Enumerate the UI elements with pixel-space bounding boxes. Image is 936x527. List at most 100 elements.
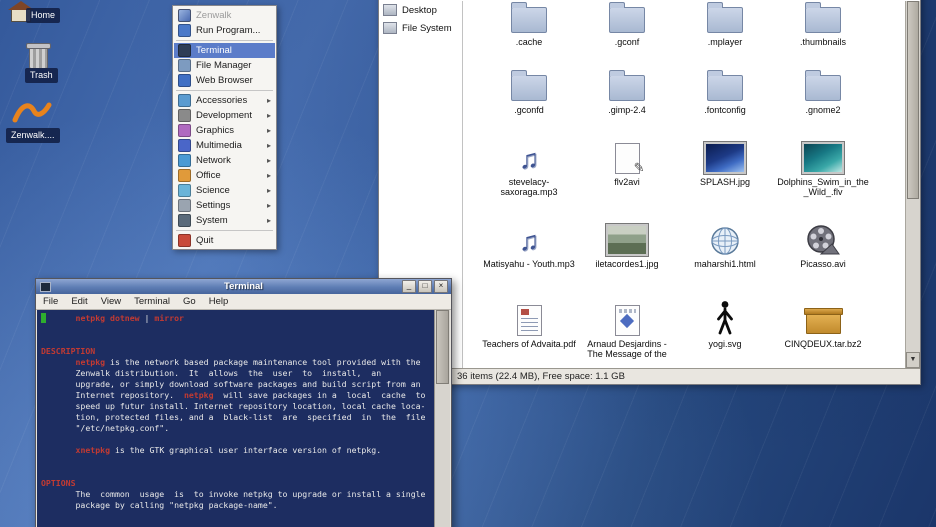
file-label: maharshi1.html — [694, 259, 756, 269]
desktop-icon-home[interactable]: Home — [8, 0, 72, 28]
terminal-window: Terminal File Edit View Terminal Go Help netp… — [35, 278, 452, 527]
folder-icon — [511, 7, 547, 33]
file-item-fontconfig[interactable]: .fontconfig — [676, 66, 774, 115]
menu-separator — [176, 40, 273, 41]
file-label: .thumbnails — [800, 37, 846, 47]
file-icon-box — [806, 300, 841, 336]
music-note-icon: ♫ — [519, 144, 539, 174]
file-item-maharshi1-html[interactable]: maharshi1.html — [676, 220, 774, 269]
terminal-screen[interactable]: netpkg dotnew | mirror DESCRIPTION netpk… — [37, 310, 435, 527]
file-icon-box — [710, 220, 740, 256]
terminal-titlebar[interactable]: Terminal — [36, 279, 451, 294]
menu-item-system[interactable]: System — [174, 213, 275, 228]
fm-vertical-scrollbar[interactable] — [905, 1, 920, 368]
file-icon-box — [609, 66, 645, 102]
file-item-flv2avi[interactable]: flv2avi — [578, 138, 676, 197]
file-item-picasso-avi[interactable]: Picasso.avi — [774, 220, 872, 269]
terminal-scrollbar[interactable] — [434, 310, 450, 527]
menu-item-quit[interactable]: Quit — [174, 233, 275, 248]
maximize-button[interactable] — [418, 280, 432, 293]
file-item-teachers-of-advaita-pdf[interactable]: Teachers of Advaita.pdf — [480, 300, 578, 359]
menu-item-network[interactable]: Network — [174, 153, 275, 168]
folder-icon — [707, 75, 743, 101]
file-item-cinqdeux-tar-bz2[interactable]: CINQDEUX.tar.bz2 — [774, 300, 872, 359]
file-item-thumbnails[interactable]: .thumbnails — [774, 1, 872, 47]
terminal-line: The common usage is to invoke netpkg to … — [41, 489, 435, 500]
menu-item-graphics[interactable]: Graphics — [174, 123, 275, 138]
folder-icon — [805, 75, 841, 101]
close-button[interactable] — [434, 280, 448, 293]
menu-item-label: Web Browser — [196, 75, 271, 86]
file-item-yogi-svg[interactable]: yogi.svg — [676, 300, 774, 359]
file-label: CINQDEUX.tar.bz2 — [784, 339, 861, 349]
folder-icon — [511, 75, 547, 101]
file-label: iletacordes1.jpg — [595, 259, 658, 269]
desktop-icon-trash[interactable]: Trash — [24, 40, 84, 86]
menu-item-multimedia[interactable]: Multimedia — [174, 138, 275, 153]
file-item-dolphins-swim-in-the-wild-flv[interactable]: Dolphins_Swim_in_the_Wild_.flv — [774, 138, 872, 197]
terminal-line: "/etc/netpkg.conf". — [41, 423, 435, 434]
file-item-matisyahu-youth-mp3[interactable]: ♫Matisyahu - Youth.mp3 — [480, 220, 578, 269]
multimedia-icon — [178, 139, 191, 152]
music-note-icon: ♫ — [519, 226, 539, 256]
file-item-mplayer[interactable]: .mplayer — [676, 1, 774, 47]
sidebar-item-desktop[interactable]: Desktop — [379, 1, 462, 19]
terminal-line: OPTIONS — [41, 478, 435, 489]
menu-item-file-manager[interactable]: File Manager — [174, 58, 275, 73]
terminal-text: speed up futur install. Internet reposit… — [41, 401, 426, 411]
terminal-menu-view[interactable]: View — [101, 296, 121, 307]
terminal-menu-go[interactable]: Go — [183, 296, 196, 307]
file-icon-box — [806, 220, 840, 256]
terminal-menu-file[interactable]: File — [43, 296, 58, 307]
menu-item-science[interactable]: Science — [174, 183, 275, 198]
file-item-gnome2[interactable]: .gnome2 — [774, 66, 872, 115]
menu-item-development[interactable]: Development — [174, 108, 275, 123]
science-icon — [178, 184, 191, 197]
file-item-cache[interactable]: .cache — [480, 1, 578, 47]
file-item-gconfd[interactable]: .gconfd — [480, 66, 578, 115]
menu-item-office[interactable]: Office — [174, 168, 275, 183]
terminal-menu-help[interactable]: Help — [209, 296, 229, 307]
file-manager-window: Desktop File System .cache .gconf.mplayer.… — [378, 0, 921, 385]
accessories-icon — [178, 94, 191, 107]
file-label: SPLASH.jpg — [700, 177, 750, 187]
file-item-iletacordes1-jpg[interactable]: iletacordes1.jpg — [578, 220, 676, 269]
file-item-splash-jpg[interactable]: SPLASH.jpg — [676, 138, 774, 197]
desktop-icon-zenwalk[interactable]: Zenwalk.... — [6, 98, 78, 146]
minimize-button[interactable] — [402, 280, 416, 293]
sidebar-item-file-system[interactable]: File System — [379, 19, 462, 37]
menu-item-accessories[interactable]: Accessories — [174, 93, 275, 108]
scrollbar-thumb[interactable] — [907, 1, 919, 199]
file-item-gconf[interactable]: .gconf — [578, 1, 676, 47]
folder-icon — [707, 7, 743, 33]
file-row: ♫stevelacy-saxoraga.mp3flv2avi SPLASH.jpg… — [480, 138, 872, 197]
scrollbar-thumb[interactable] — [436, 310, 449, 384]
terminal-line — [41, 434, 435, 445]
file-icon-box — [609, 1, 645, 34]
video-thumbnail — [802, 142, 844, 174]
terminal-keyword: netpkg — [184, 390, 214, 400]
terminal-menu-terminal[interactable]: Terminal — [134, 296, 170, 307]
terminal-menubar: File Edit View Terminal Go Help — [36, 294, 451, 310]
file-label: .cache — [516, 37, 543, 47]
terminal-line: upgrade, or simply download software pac… — [41, 379, 435, 390]
terminal-line: DESCRIPTION — [41, 346, 435, 357]
desktop-icon-label: Zenwalk.... — [6, 128, 60, 143]
file-icon-box — [511, 1, 547, 34]
app-menu: Zenwalk Run Program...TerminalFile Manag… — [172, 5, 277, 250]
file-label: .gimp-2.4 — [608, 105, 646, 115]
file-item-stevelacy-saxoraga-mp3[interactable]: ♫stevelacy-saxoraga.mp3 — [480, 138, 578, 197]
folder-icon — [609, 7, 645, 33]
sidebar-item-label: File System — [402, 23, 452, 34]
scroll-down-button[interactable] — [906, 352, 920, 368]
menu-item-terminal[interactable]: Terminal — [174, 43, 275, 58]
archive-icon — [806, 313, 841, 334]
menu-item-web-browser[interactable]: Web Browser — [174, 73, 275, 88]
file-item-gimp-2-4[interactable]: .gimp-2.4 — [578, 66, 676, 115]
file-icon-box — [707, 66, 743, 102]
file-item-arnaud-desjardins-the-message-of-the[interactable]: Arnaud Desjardins - The Message of the — [578, 300, 676, 359]
terminal-menu-edit[interactable]: Edit — [71, 296, 87, 307]
menu-item-settings[interactable]: Settings — [174, 198, 275, 213]
menu-item-run-program[interactable]: Run Program... — [174, 23, 275, 38]
terminal-text: Zenwalk distribution. It allows the user… — [41, 368, 381, 378]
